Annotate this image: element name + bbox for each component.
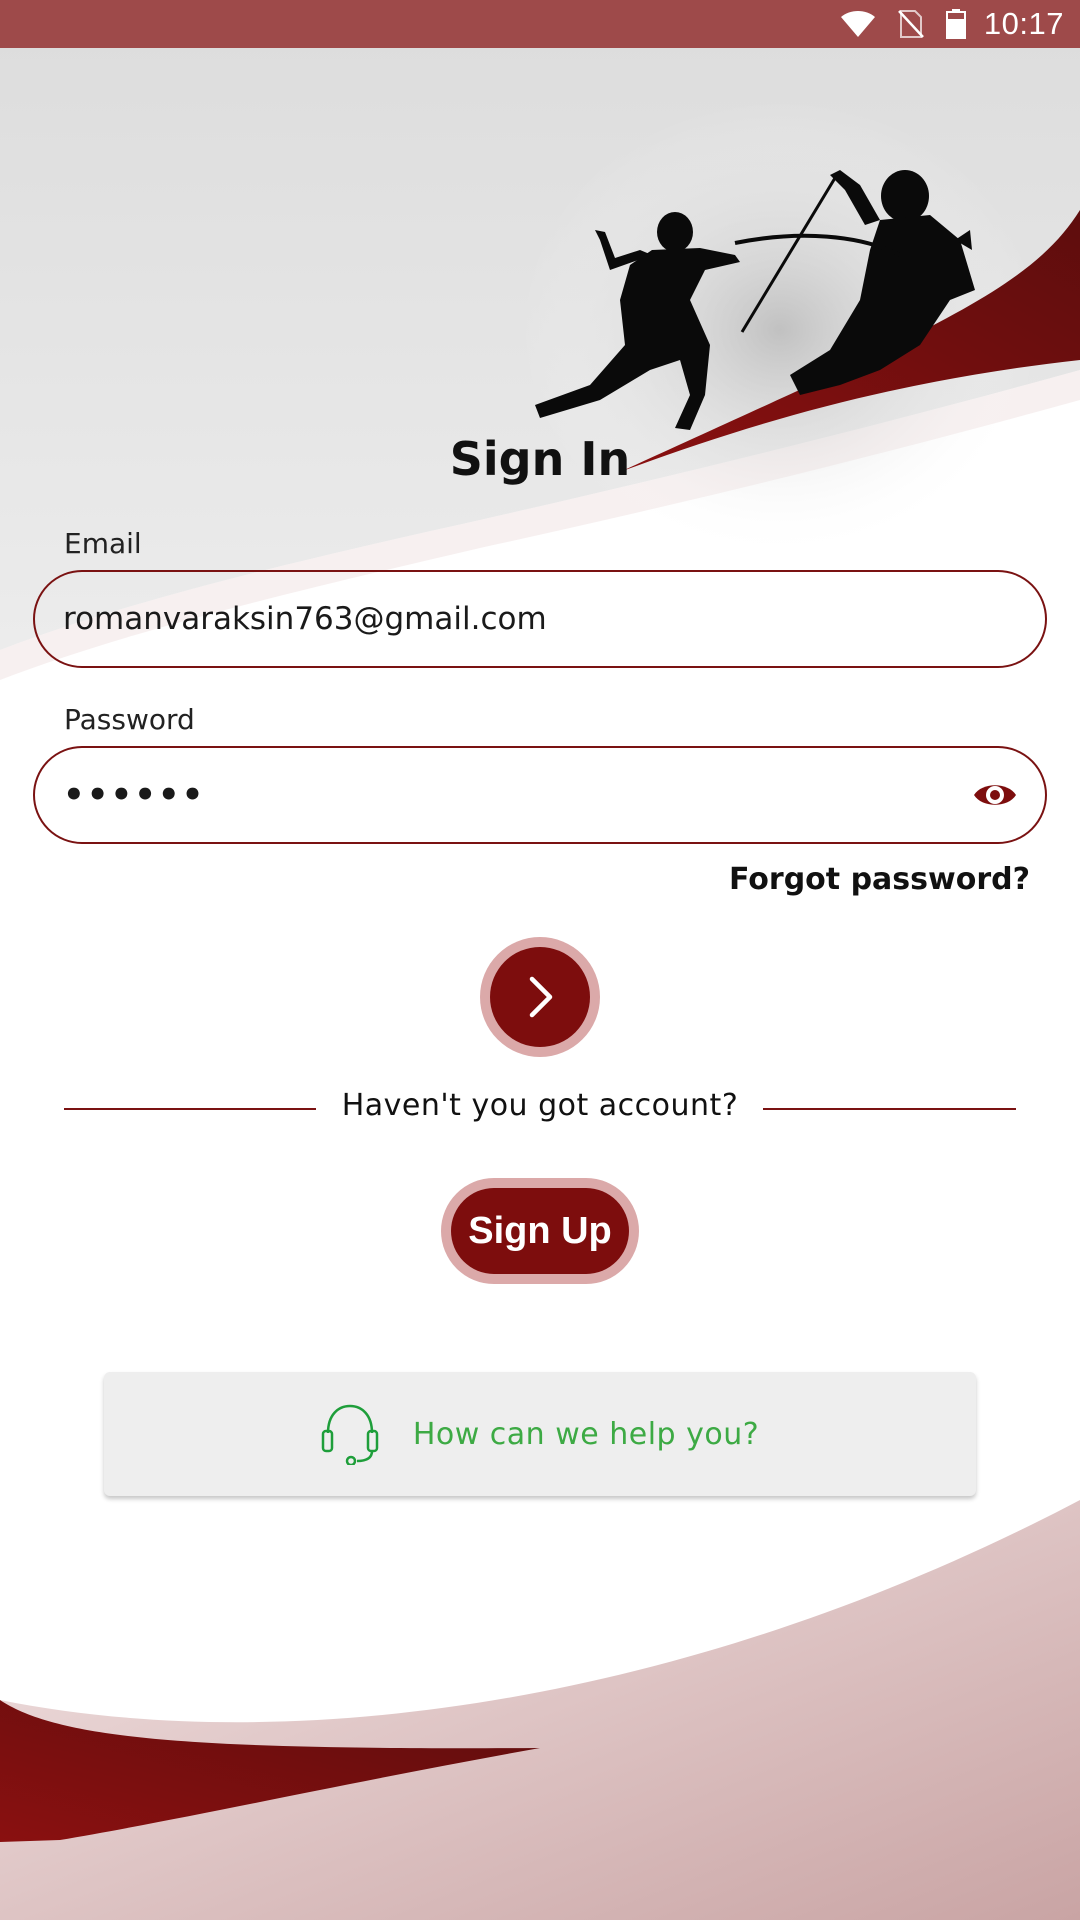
show-password-eye-icon[interactable]	[965, 765, 1025, 825]
help-card[interactable]: How can we help you?	[104, 1372, 976, 1496]
status-bar: 10:17	[0, 0, 1080, 48]
sign-in-button[interactable]	[480, 937, 600, 1057]
forgot-password-link[interactable]: Forgot password?	[729, 862, 1030, 897]
email-label: Email	[64, 527, 142, 560]
chevron-right-icon	[529, 976, 553, 1018]
sign-up-label: Sign Up	[451, 1188, 629, 1274]
sign-in-button-inner	[490, 947, 590, 1047]
password-field[interactable]: ••••••	[33, 746, 1047, 844]
page-title: Sign In	[449, 432, 631, 486]
no-sim-icon	[898, 9, 924, 39]
battery-icon	[945, 9, 966, 39]
no-account-text: Haven't you got account?	[341, 1088, 739, 1123]
password-value: ••••••	[63, 775, 206, 815]
status-time: 10:17	[983, 6, 1064, 41]
wifi-icon	[840, 9, 876, 39]
email-value: romanvaraksin763@gmail.com	[63, 601, 547, 637]
password-label: Password	[64, 703, 195, 736]
headset-icon	[321, 1403, 379, 1465]
help-label: How can we help you?	[412, 1416, 760, 1452]
sign-up-button[interactable]: Sign Up	[441, 1178, 639, 1284]
divider-line-right	[763, 1108, 1016, 1110]
email-field[interactable]: romanvaraksin763@gmail.com	[33, 570, 1047, 668]
